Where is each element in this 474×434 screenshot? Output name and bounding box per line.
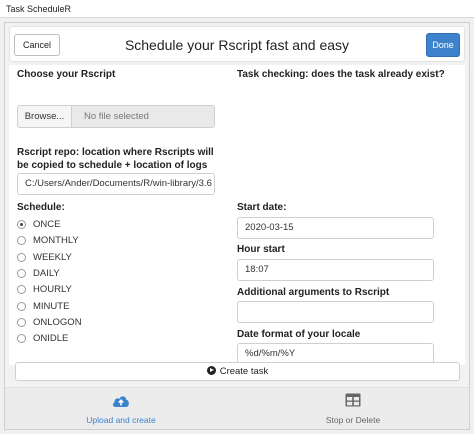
hour-start-label: Hour start (237, 244, 285, 255)
radio-button[interactable] (17, 334, 26, 344)
tab-stop-delete-label: Stop or Delete (325, 415, 381, 425)
radio-button[interactable] (17, 317, 26, 327)
radio-label: MINUTE (33, 300, 70, 312)
radio-label: DAILY (33, 267, 60, 279)
table-icon (345, 393, 361, 410)
schedule-option-onidle[interactable]: ONIDLE (17, 332, 137, 346)
radio-label: ONLOGON (33, 316, 82, 328)
window-title: Task ScheduleR (6, 4, 72, 14)
window-titlebar: Task ScheduleR (0, 0, 474, 18)
file-input[interactable]: Browse... No file selected (17, 105, 215, 128)
tab-upload-label: Upload and create (86, 415, 156, 425)
radio-label: MONTHLY (33, 235, 79, 247)
radio-label: ONIDLE (33, 333, 69, 345)
create-task-button[interactable]: Create task (15, 362, 460, 381)
hour-start-input[interactable]: 18:07 (237, 259, 434, 281)
schedule-option-monthly[interactable]: MONTHLY (17, 234, 137, 248)
schedule-option-weekly[interactable]: WEEKLY (17, 251, 137, 265)
create-task-label: Create task (219, 366, 269, 377)
date-format-label: Date format of your locale (237, 329, 361, 340)
schedule-option-hourly[interactable]: HOURLY (17, 283, 137, 297)
form-content: Choose your Rscript Browse... No file se… (9, 65, 465, 365)
radio-label: ONCE (33, 219, 61, 230)
file-status-field: No file selected (71, 105, 215, 128)
tab-stop-or-delete[interactable]: Stop or Delete (237, 388, 469, 430)
browse-button[interactable]: Browse... (17, 105, 72, 128)
rscript-repo-label: Rscript repo: location where Rscripts wi… (17, 147, 214, 171)
start-date-input[interactable]: 2020-03-15 (237, 217, 434, 239)
cloud-upload-icon (111, 393, 131, 412)
schedule-option-onlogon[interactable]: ONLOGON (17, 316, 137, 330)
tab-upload-and-create[interactable]: Upload and create (5, 388, 237, 430)
bottom-tab-bar: Upload and create Stop or Delete (5, 387, 469, 429)
additional-args-input[interactable] (237, 301, 434, 323)
radio-label: HOURLY (33, 284, 72, 296)
done-button[interactable]: Done (426, 33, 460, 57)
radio-button[interactable] (17, 236, 26, 246)
additional-args-label: Additional arguments to Rscript (237, 287, 390, 298)
radio-button[interactable] (17, 285, 26, 295)
radio-button[interactable] (17, 268, 26, 278)
rscript-repo-input[interactable]: C:/Users/Ander/Documents/R/win-library/3… (17, 173, 215, 195)
radio-label: WEEKLY (33, 251, 72, 263)
schedule-option-daily[interactable]: DAILY (17, 267, 137, 281)
task-scheduler-dialog: Cancel Schedule your Rscript fast and ea… (4, 22, 470, 430)
cancel-button[interactable]: Cancel (14, 34, 60, 56)
dialog-title: Schedule your Rscript fast and easy (124, 37, 350, 53)
play-circle-icon (206, 366, 216, 375)
schedule-option-minute[interactable]: MINUTE (17, 300, 137, 314)
schedule-option-once[interactable]: ONCE (17, 218, 137, 232)
task-checking-label: Task checking: does the task already exi… (237, 69, 445, 80)
radio-button[interactable] (17, 252, 26, 262)
schedule-label: Schedule: (17, 202, 65, 213)
radio-button[interactable] (17, 220, 26, 229)
radio-button[interactable] (17, 301, 26, 311)
choose-rscript-label: Choose your Rscript (17, 69, 116, 80)
dialog-header: Cancel Schedule your Rscript fast and ea… (9, 26, 465, 62)
start-date-label: Start date: (237, 202, 287, 213)
